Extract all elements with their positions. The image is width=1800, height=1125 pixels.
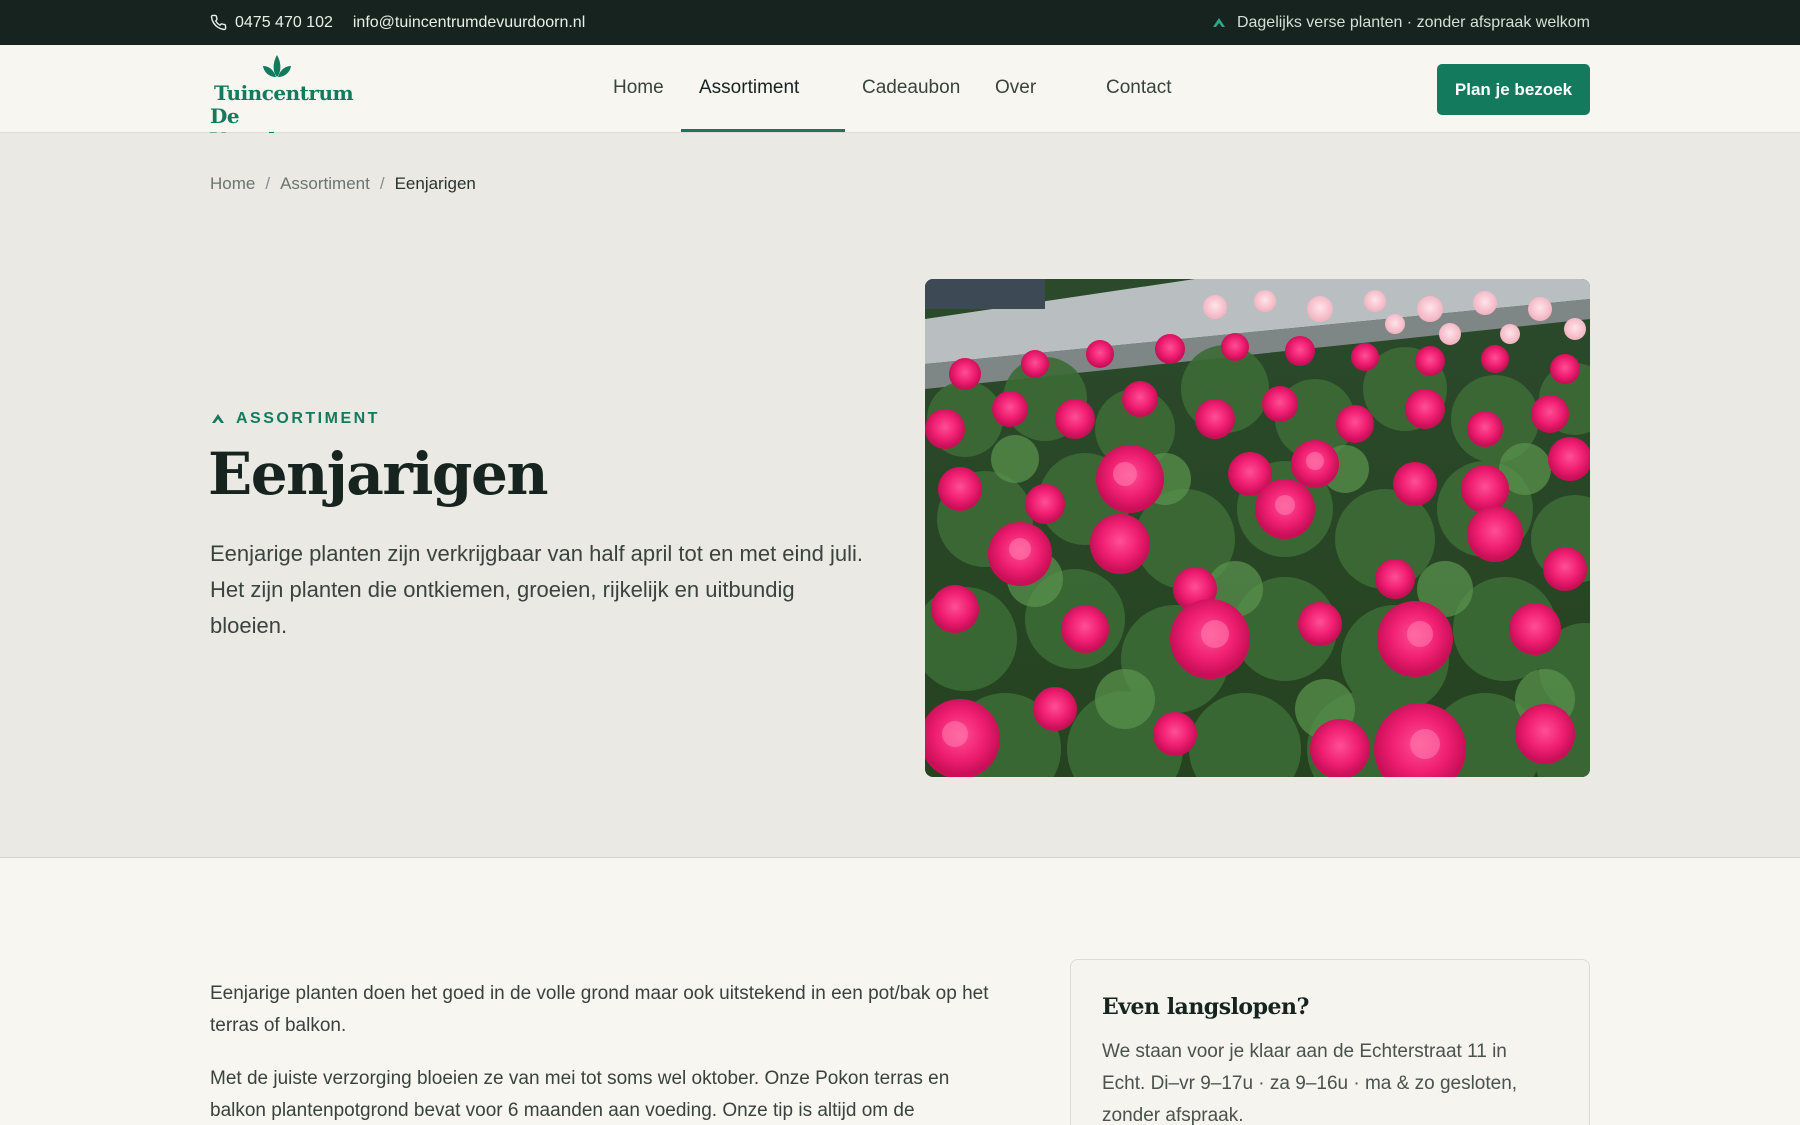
logo-line-1: Tuincentrum (214, 81, 354, 105)
breadcrumb-assortiment[interactable]: Assortiment (280, 174, 370, 194)
nav-active-indicator (681, 129, 845, 132)
nav-item-contact[interactable]: Contact (1106, 45, 1171, 133)
hero-section: Home / Assortiment / Eenjarigen ASSORTIM… (0, 133, 1800, 858)
top-bar: 0475 470 102 info@tuincentrumdevuurdoorn… (0, 0, 1800, 45)
page-title: Eenjarigen (208, 440, 549, 508)
eyebrow-label: ASSORTIMENT (236, 410, 380, 427)
breadcrumb-separator: / (265, 174, 271, 193)
nav-item-home[interactable]: Home (613, 45, 664, 133)
flower-photo (925, 279, 1590, 777)
content-paragraph: Eenjarige planten doen het goed in de vo… (210, 983, 989, 1036)
nav-item-cadeaubon[interactable]: Cadeaubon (862, 45, 960, 133)
phone-icon (210, 14, 227, 31)
breadcrumb-current: Eenjarigen (394, 174, 476, 193)
content-paragraph: Met de juiste verzorging bloeien ze van … (210, 1068, 950, 1121)
visit-card: Even langslopen? We staan voor je klaar … (1070, 959, 1590, 1125)
leaf-icon (263, 55, 291, 77)
breadcrumb: Home / Assortiment / Eenjarigen (210, 174, 476, 194)
phone-link[interactable]: 0475 470 102 (210, 14, 333, 32)
hero-lead: Eenjarige planten zijn verkrijgbaar van … (210, 541, 864, 638)
email-link[interactable]: info@tuincentrumdevuurdoorn.nl (353, 14, 585, 32)
phone-number: 0475 470 102 (235, 13, 333, 31)
visit-card-text: We staan voor je klaar aan de Echterstra… (1102, 1041, 1518, 1125)
top-bar-contact: 0475 470 102 info@tuincentrumdevuurdoorn… (210, 0, 585, 45)
visit-card-title: Even langslopen? (1102, 994, 1309, 1020)
plan-visit-button[interactable]: Plan je bezoek (1437, 64, 1590, 115)
breadcrumb-separator: / (379, 174, 385, 193)
nav-item-over-ons[interactable]: Over ons (995, 45, 1036, 184)
leaf-icon (1212, 17, 1225, 27)
hero-image-geraniums (925, 279, 1590, 777)
leaf-icon (212, 414, 224, 423)
top-bar-tagline: Dagelijks verse planten · zonder afspraa… (1211, 0, 1590, 45)
breadcrumb-home[interactable]: Home (210, 174, 255, 194)
site-logo[interactable]: Tuincentrum De Vuurdoorn (210, 53, 360, 152)
nav-item-assortiment[interactable]: Assortiment (699, 45, 800, 178)
tagline-text: Dagelijks verse planten · zonder afspraa… (1236, 13, 1590, 31)
site-header: Tuincentrum De Vuurdoorn Home Assortimen… (0, 45, 1800, 184)
section-eyebrow: ASSORTIMENT (210, 410, 380, 428)
nav-item-assortiment-label: Assortiment (699, 77, 800, 98)
